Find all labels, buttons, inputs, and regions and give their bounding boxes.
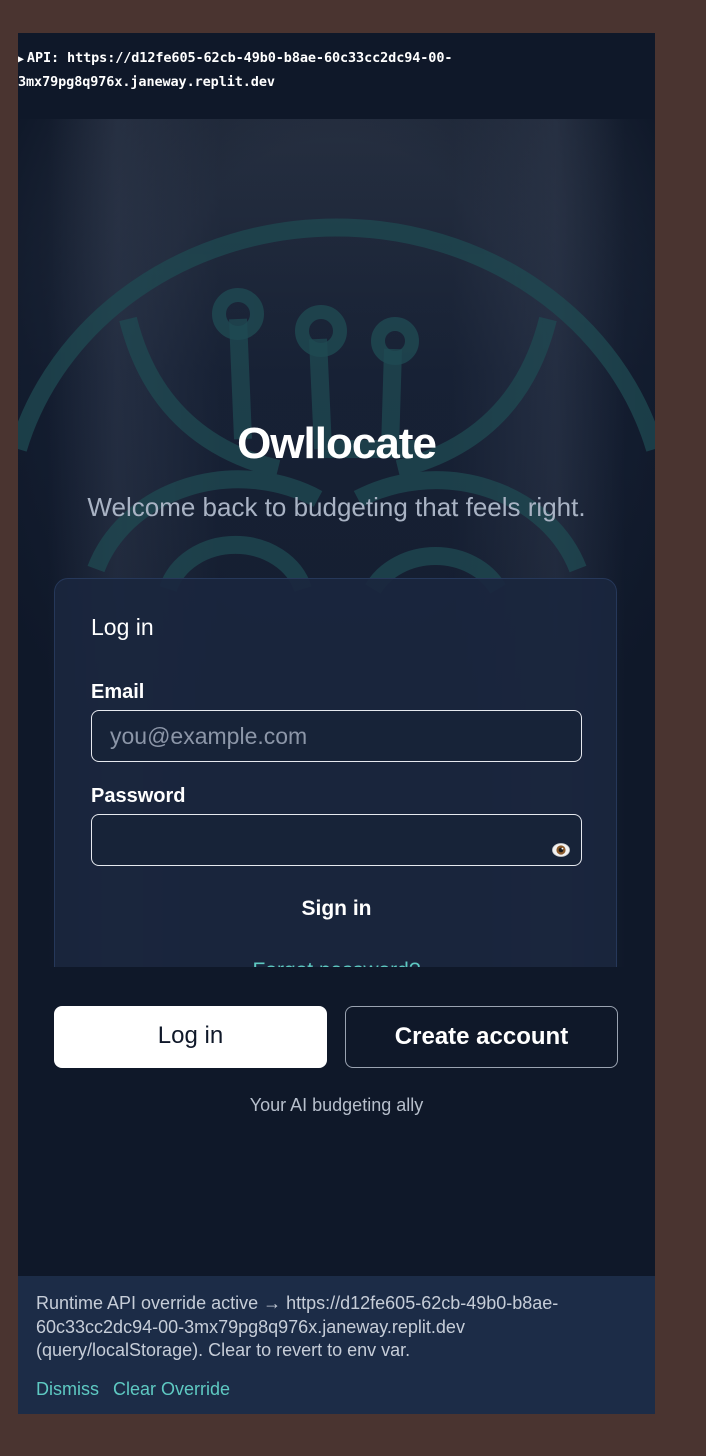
eye-icon[interactable] — [552, 841, 570, 859]
login-card: Log in Email Password Sign in Forgot pas… — [54, 578, 617, 967]
forgot-password-link[interactable]: Forgot password? — [55, 959, 618, 967]
api-debug-toggle[interactable]: ▶ API: https://d12fe605-62cb-49b0-b8ae-60… — [18, 47, 618, 93]
password-field[interactable] — [91, 814, 582, 866]
email-label: Email — [91, 681, 145, 703]
dismiss-button[interactable]: Dismiss — [36, 1379, 99, 1400]
api-url-line1: API: https://d12fe605-62cb-49b0-b8ae-60c… — [26, 50, 453, 66]
app-title: Owllocate — [237, 419, 437, 468]
clear-override-button[interactable]: Clear Override — [113, 1379, 230, 1400]
api-url-line2: 3mx79pg8q976x.janeway.replit.dev — [18, 74, 275, 90]
app-screen: ▶ API: https://d12fe605-62cb-49b0-b8ae-60… — [18, 33, 655, 1414]
app-subtitle: Welcome back to budgeting that feels rig… — [87, 492, 586, 522]
log-in-button[interactable]: Log in — [54, 1006, 327, 1068]
password-label: Password — [91, 785, 186, 807]
hero-section: Owllocate Welcome back to budgeting that… — [18, 119, 655, 967]
api-override-banner: Runtime API override active → https://d1… — [18, 1276, 655, 1414]
login-card-title: Log in — [91, 614, 154, 640]
disclosure-triangle-icon: ▶ — [18, 54, 24, 65]
banner-message: Runtime API override active → https://d1… — [36, 1293, 559, 1360]
sign-in-button[interactable]: Sign in — [55, 897, 618, 921]
create-account-button[interactable]: Create account — [345, 1006, 618, 1068]
tagline: Your AI budgeting ally — [249, 1095, 424, 1115]
email-field[interactable] — [91, 710, 582, 762]
